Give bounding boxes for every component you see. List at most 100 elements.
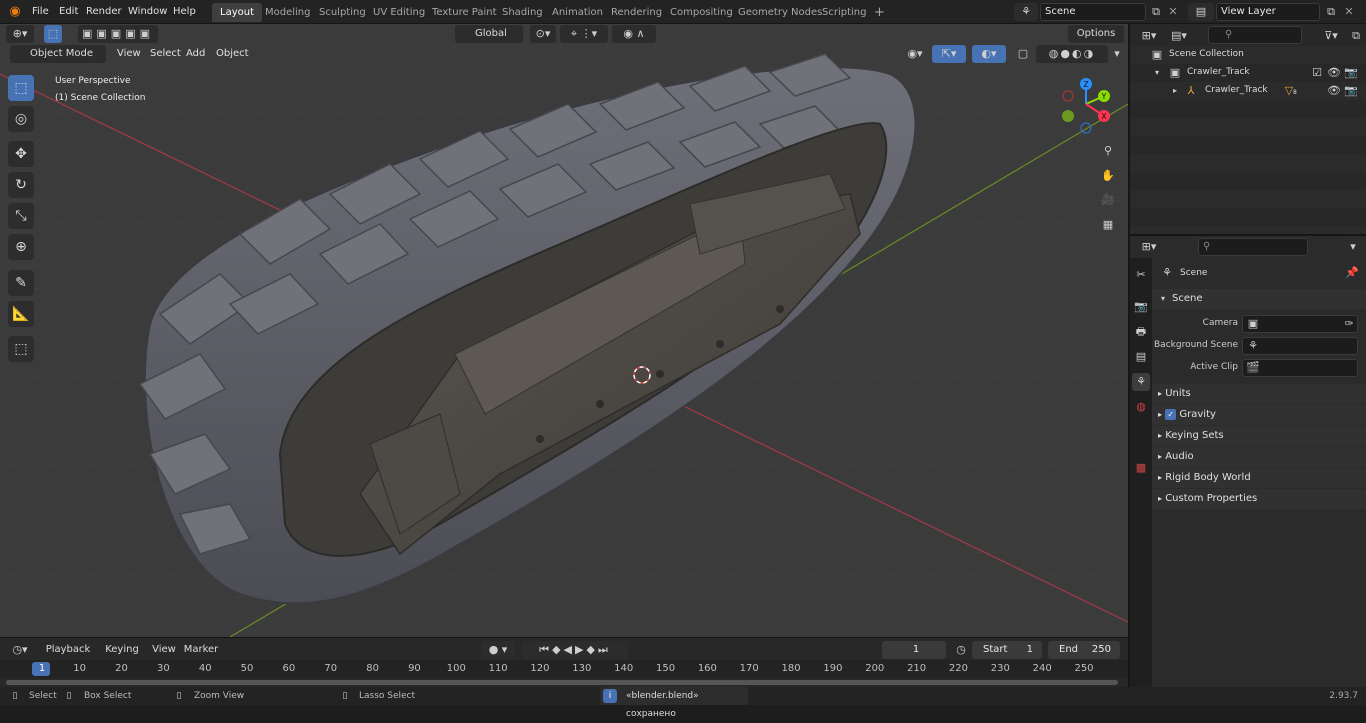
transform-tool[interactable]: ⊕ [8,234,34,260]
blender-logo-icon[interactable]: ◉ [6,3,24,21]
select-tool-icon[interactable]: ⬚ [44,25,62,43]
new-collection-icon[interactable]: ⧉ [1348,27,1364,43]
rotate-tool[interactable]: ↻ [8,172,34,198]
outliner-row-scene-collection[interactable]: ▣ Scene Collection [1130,46,1366,64]
tab-rendering[interactable]: Rendering [603,3,670,22]
menu-window[interactable]: Window [122,0,173,24]
tab-shading[interactable]: Shading [494,3,551,22]
render-camera-icon[interactable]: 📷 [1344,64,1358,82]
select-box-mode-icon[interactable]: ▣▣▣▣▣ [78,25,158,43]
shading-modes-icon[interactable]: ◍●◐◑ [1036,45,1108,63]
gravity-panel[interactable]: ▸ ✓ Gravity [1152,405,1366,425]
pan-hand-icon[interactable]: ✋ [1098,167,1118,187]
viewport-menu-add[interactable]: Add [180,43,211,65]
annotate-tool[interactable]: ✎ [8,270,34,296]
menu-render[interactable]: Render [80,0,128,24]
snap-icon[interactable]: ⌖ ⋮▾ [560,25,608,43]
camera-view-icon[interactable]: 🎥 [1098,191,1118,211]
display-mode-icon[interactable]: ▤▾ [1166,27,1192,43]
preview-range-icon[interactable]: ◷ [952,641,970,659]
tab-modeling[interactable]: Modeling [257,3,319,22]
output-tab-icon[interactable]: 🖶 [1132,323,1150,341]
current-frame-field[interactable]: 1 [882,641,946,659]
tool-tab-icon[interactable]: ✂ [1132,266,1150,284]
editor-type-icon[interactable]: ⊕▾ [6,25,34,43]
world-tab-icon[interactable]: ◍ [1132,398,1150,416]
object-mode-dropdown[interactable]: Object Mode [10,45,106,63]
outliner-search-input[interactable]: ⚲ [1208,26,1302,44]
delete-view-layer-icon[interactable]: ✕ [1342,3,1356,21]
render-camera-icon[interactable]: 📷 [1344,82,1358,100]
visibility-icon[interactable]: ◉▾ [902,45,928,63]
pin-icon[interactable]: 📌 [1344,264,1360,282]
zoom-icon[interactable]: ⚲ [1098,142,1118,162]
rigid-body-world-panel[interactable]: ▸ Rigid Body World [1152,468,1366,488]
shading-options-icon[interactable]: ▾ [1110,45,1124,63]
outliner-row-crawler-collection[interactable]: ▾ ▣ Crawler_Track ☑ 👁 📷 [1130,64,1366,82]
gravity-checkbox-icon[interactable]: ✓ [1165,409,1177,420]
pivot-icon[interactable]: ⊙▾ [530,25,556,43]
exclude-checkbox-icon[interactable]: ☑ [1310,64,1324,82]
start-frame-field[interactable]: Start 1 [972,641,1042,659]
add-cube-tool[interactable]: ⬚ [8,336,34,362]
proportional-edit-icon[interactable]: ◉ ∧ [612,25,656,43]
timeline-view-menu[interactable]: View [150,641,178,659]
filter-icon[interactable]: ⊽▾ [1318,27,1344,43]
record-keyframe-icon[interactable]: ● ▾ [481,641,515,659]
tab-compositing[interactable]: Compositing [662,3,741,22]
move-tool[interactable]: ✥ [8,141,34,167]
tab-texture-paint[interactable]: Texture Paint [424,3,505,22]
add-workspace-button[interactable]: + [866,3,893,22]
playback-controls[interactable]: ⏮◆◀▶◆⏭ [522,641,628,659]
custom-properties-panel[interactable]: ▸ Custom Properties [1152,489,1366,509]
overlay-toggle-icon[interactable]: ◐▾ [972,45,1006,63]
timeline-editor-icon[interactable]: ◷▾ [6,641,34,659]
properties-options-icon[interactable]: ▾ [1344,238,1362,256]
texture-tab-icon[interactable]: ▩ [1132,459,1150,477]
select-box-tool[interactable]: ⬚ [8,75,34,101]
expand-down-icon[interactable]: ▾ [1152,64,1162,82]
options-dropdown[interactable]: Options [1068,25,1124,43]
keying-menu[interactable]: Keying [98,641,146,659]
new-scene-icon[interactable]: ⧉ [1148,3,1164,21]
keying-sets-panel[interactable]: ▸ Keying Sets [1152,426,1366,446]
properties-search-input[interactable]: ⚲ [1198,238,1308,256]
ortho-grid-icon[interactable]: ▦ [1098,216,1118,236]
transform-orientation-dropdown[interactable]: Global [455,25,523,43]
scene-name-field[interactable]: Scene [1040,3,1146,21]
timeline-scrollbar[interactable] [6,680,1118,685]
new-view-layer-icon[interactable]: ⧉ [1323,3,1339,21]
units-panel[interactable]: ▸ Units [1152,384,1366,404]
scene-icon[interactable]: ⚘ [1014,3,1038,21]
visibility-eye-icon[interactable]: 👁 [1327,64,1341,82]
scale-tool[interactable]: ⤡ [8,203,34,229]
tab-uv-editing[interactable]: UV Editing [365,3,433,22]
properties-editor-icon[interactable]: ⊞▾ [1136,238,1162,256]
xray-icon[interactable]: ▢ [1014,45,1032,63]
viewport-menu-object[interactable]: Object [210,43,255,65]
scene-panel-header[interactable]: ▾ Scene [1152,289,1366,309]
3d-viewport[interactable]: ⊕▾ Object Mode View Select Add Object ⬚ … [0,24,1128,637]
visibility-eye-icon[interactable]: 👁 [1327,82,1341,100]
eyedropper-icon[interactable]: ✑ [1342,315,1356,333]
gizmo-toggle-icon[interactable]: ⇱▾ [932,45,966,63]
navigation-gizmo[interactable]: Z Y X [1058,76,1118,136]
frame-ruler[interactable]: 1 10 20 30 40 50 60 70 80 90 100 110 120 130 140 150 160… [0,660,1128,678]
marker-menu[interactable]: Marker [183,641,219,659]
outliner-row-crawler-object[interactable]: ▸ ⅄ Crawler_Track ▽ 8 👁 📷 [1130,82,1366,100]
menu-help[interactable]: Help [167,0,202,24]
cursor-tool[interactable]: ◎ [8,106,34,132]
delete-scene-icon[interactable]: ✕ [1166,3,1180,21]
view-layer-field[interactable]: View Layer [1216,3,1320,21]
expand-right-icon[interactable]: ▸ [1170,82,1180,100]
tab-layout[interactable]: Layout [212,3,262,22]
view-layer-icon[interactable]: ▤ [1188,3,1214,21]
measure-tool[interactable]: 📐 [8,301,34,327]
menu-file[interactable]: File [26,0,55,24]
tab-animation[interactable]: Animation [544,3,611,22]
view-layer-tab-icon[interactable]: ▤ [1132,348,1150,366]
audio-panel[interactable]: ▸ Audio [1152,447,1366,467]
render-tab-icon[interactable]: 📷 [1132,298,1150,316]
playback-menu[interactable]: Playback [40,641,96,659]
viewport-menu-view[interactable]: View [111,43,147,65]
